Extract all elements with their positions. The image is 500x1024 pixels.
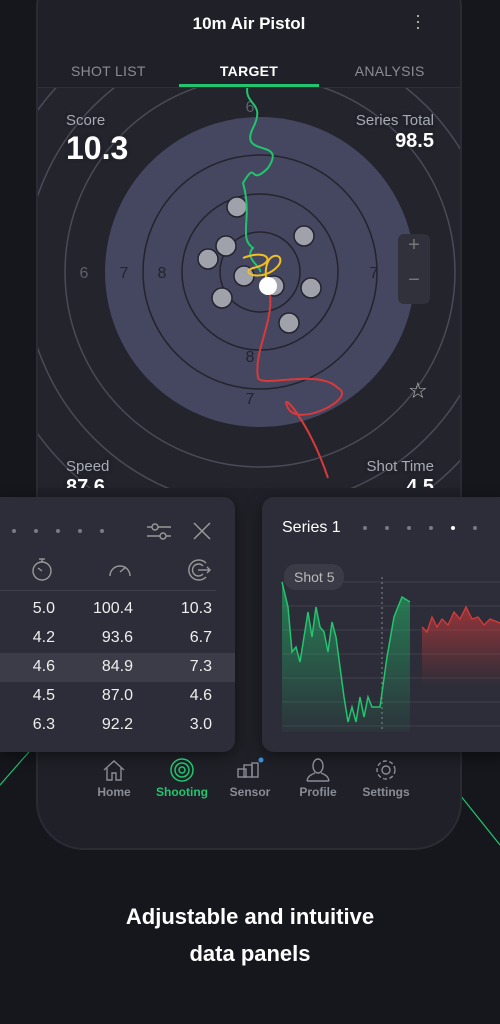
series-total-stat: Series Total 98.5	[356, 112, 434, 153]
caption: Adjustable and intuitive data panels	[0, 898, 500, 972]
settings-icon	[376, 760, 396, 780]
close-icon[interactable]	[192, 521, 212, 541]
stopwatch-icon	[32, 558, 52, 581]
shot-time-stat: Shot Time 4.5	[366, 458, 434, 488]
table-cell: 84.9	[101, 658, 133, 675]
ring-label: 8	[158, 265, 167, 282]
series-chart-panel: Series 1 Shot 5	[262, 497, 500, 752]
shot-time-label: Shot Time	[366, 458, 434, 475]
current-shot-marker	[259, 277, 277, 295]
ring-label: 8	[246, 349, 255, 366]
caption-line: data panels	[189, 941, 311, 966]
target-icon	[170, 758, 194, 782]
table-row[interactable]: 5.0 100.4 10.3	[0, 595, 235, 624]
nav-home[interactable]: Home	[80, 755, 148, 805]
nav-label: Settings	[362, 785, 410, 799]
table-row[interactable]: 4.6 84.9 7.3	[0, 653, 235, 682]
zoom-control: + −	[398, 234, 430, 304]
nav-label: Shooting	[156, 785, 208, 799]
table-cell: 6.7	[189, 629, 212, 646]
nav-label: Profile	[299, 785, 337, 799]
table-cell: 93.6	[101, 629, 133, 646]
star-icon[interactable]: ☆	[408, 378, 428, 404]
more-vertical-icon[interactable]: · · ·	[414, 6, 422, 36]
shot-data-panel: 5.0 100.4 10.3 4.2 93.6 6.7 4.6 84.9 7.3 4.5 87.0 4…	[0, 497, 235, 752]
nav-profile[interactable]: Profile	[284, 755, 352, 805]
table-cell: 4.5	[32, 687, 55, 704]
nav-label: Sensor	[229, 785, 271, 799]
table-row[interactable]: 4.2 93.6 6.7	[0, 624, 235, 653]
divider	[0, 590, 216, 591]
shot-tooltip: Shot 5	[284, 564, 345, 590]
speed-stat: Speed 87.6	[66, 458, 109, 488]
table-cell: 5.0	[32, 600, 55, 617]
tab-analysis[interactable]: ANALYSIS	[319, 54, 460, 87]
caption-line: Adjustable and intuitive	[125, 904, 375, 929]
nav-settings[interactable]: Settings	[352, 755, 420, 805]
nav-sensor[interactable]: Sensor	[216, 755, 284, 805]
series-total-value: 98.5	[395, 130, 434, 152]
table-cell: 87.0	[101, 687, 133, 704]
table-cell: 100.4	[92, 600, 133, 617]
ring-label: 7	[246, 391, 255, 408]
table-row[interactable]: 6.3 92.2 3.0	[0, 711, 235, 740]
ring-label: 6	[246, 99, 255, 116]
zoom-out-button[interactable]: −	[398, 269, 430, 292]
profile-icon	[306, 758, 330, 782]
speed-value: 87.6	[66, 476, 105, 488]
table-cell: 10.3	[180, 600, 212, 617]
page-dots[interactable]	[12, 529, 104, 533]
speed-label: Speed	[66, 458, 110, 475]
app-title: 10m Air Pistol	[192, 14, 306, 33]
page-dots[interactable]	[363, 526, 477, 530]
app-bar: 10m Air Pistol · · ·	[38, 2, 460, 54]
table-cell: 4.2	[32, 629, 55, 646]
table-cell: 4.6	[32, 658, 55, 675]
target-view[interactable]: 5 6 6 7 8 7 8 7 Score10.3 Series Total98…	[38, 88, 460, 488]
series-total-label: Series Total	[355, 112, 434, 129]
tab-bar: SHOT LIST TARGET ANALYSIS	[38, 54, 460, 88]
table-cell: 6.3	[32, 716, 55, 733]
score-value: 10.3	[66, 130, 129, 166]
speedometer-icon	[109, 565, 131, 577]
sensor-icon	[237, 757, 264, 778]
nav-shooting[interactable]: Shooting	[148, 755, 216, 805]
shot-time-value: 4.5	[406, 476, 434, 488]
adjust-icon[interactable]	[146, 521, 172, 541]
zoom-in-button[interactable]: +	[398, 234, 430, 257]
table-cell: 4.6	[189, 687, 212, 704]
home-icon	[103, 760, 125, 781]
nav-label: Home	[97, 785, 131, 799]
table-cell: 3.0	[189, 716, 212, 733]
table-row[interactable]: 4.5 87.0 4.6	[0, 682, 235, 711]
ring-label: 7	[370, 265, 379, 282]
tab-target[interactable]: TARGET	[178, 54, 320, 87]
table-cell: 7.3	[189, 658, 212, 675]
ring-label: 7	[120, 265, 129, 282]
tab-shot-list[interactable]: SHOT LIST	[38, 54, 179, 87]
table-cell: 92.2	[101, 716, 133, 733]
score-label: Score	[66, 112, 106, 129]
series-title: Series 1	[282, 519, 341, 536]
bottom-nav: Home Shooting Sensor Profile Settings	[80, 755, 420, 805]
ring-label: 6	[80, 265, 89, 282]
score-stat: Score 10.3	[66, 112, 128, 167]
target-score-icon	[188, 559, 211, 581]
